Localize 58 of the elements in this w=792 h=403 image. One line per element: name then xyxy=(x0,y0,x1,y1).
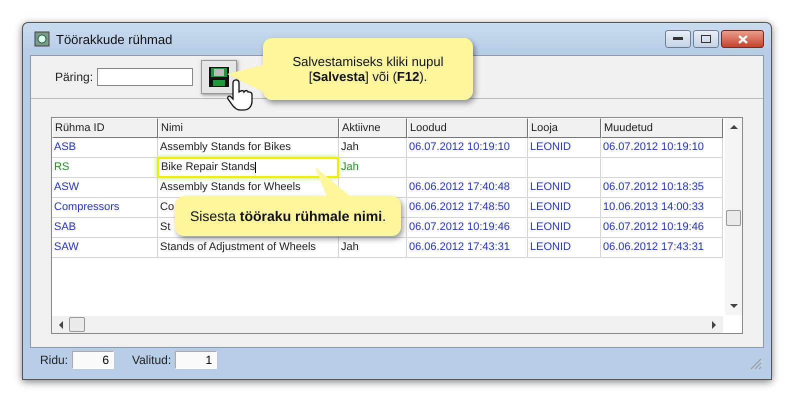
table-cell: RS xyxy=(52,158,158,178)
scroll-left-icon xyxy=(58,320,63,328)
status-value: 6 xyxy=(72,351,114,369)
table-cell: SAB xyxy=(52,218,158,238)
resize-grip-icon xyxy=(750,358,762,370)
column-header[interactable]: Nimi xyxy=(158,118,339,138)
vertical-scrollbar[interactable] xyxy=(725,118,742,315)
scroll-up-icon xyxy=(730,124,738,129)
table-cell: ASW xyxy=(52,178,158,198)
close-icon xyxy=(738,34,748,44)
table-cell: 06.06.2012 17:43:31 xyxy=(407,238,528,258)
table-cell: Jah xyxy=(339,238,407,258)
app-icon xyxy=(34,31,50,47)
query-field[interactable] xyxy=(97,68,194,86)
window-title: Töörakkude rühmad xyxy=(56,32,172,46)
table-cell: ASB xyxy=(52,138,158,158)
table-cell: 06.07.2012 10:19:46 xyxy=(407,218,528,238)
status-label: Ridu: xyxy=(40,353,68,367)
status-value: 1 xyxy=(175,351,218,369)
table-cell: LEONID xyxy=(528,138,601,158)
cell-editor[interactable]: Bike Repair Stands xyxy=(157,157,339,178)
table-cell: LEONID xyxy=(528,178,601,198)
close-button[interactable] xyxy=(721,30,764,48)
callout-text: Salvestamiseks kliki nupul [Salvesta] või (F12). xyxy=(291,54,444,84)
minimize-icon xyxy=(673,37,683,41)
table-cell: 06.06.2012 17:40:48 xyxy=(407,178,528,198)
minimize-button[interactable] xyxy=(665,30,691,48)
table-cell: LEONID xyxy=(528,218,601,238)
column-header[interactable]: Aktiivne xyxy=(339,118,407,138)
column-header[interactable]: Loodud xyxy=(407,118,528,138)
table-cell: 06.07.2012 10:19:10 xyxy=(407,138,528,158)
column-header[interactable]: Muudetud xyxy=(601,118,723,138)
table-cell: Stands of Adjustment of Wheels xyxy=(158,238,339,258)
save-button[interactable] xyxy=(201,60,238,94)
table-cell: Assembly Stands for Bikes xyxy=(158,138,339,158)
maximize-button[interactable] xyxy=(693,30,719,48)
table-cell: 06.06.2012 17:43:31 xyxy=(601,238,723,258)
scroll-right-icon xyxy=(712,320,717,328)
scroll-thumb[interactable] xyxy=(726,210,741,226)
table-cell: 06.07.2012 10:19:46 xyxy=(601,218,723,238)
table-cell: Jah xyxy=(339,138,407,158)
table-cell: 06.07.2012 10:19:10 xyxy=(601,138,723,158)
query-label: Päring: xyxy=(55,70,94,84)
table-cell: Jah xyxy=(339,158,407,178)
table-cell: 06.06.2012 17:48:50 xyxy=(407,198,528,218)
table-cell: LEONID xyxy=(528,238,601,258)
horizontal-scrollbar[interactable] xyxy=(52,316,723,333)
scroll-down-icon xyxy=(730,304,738,309)
table-cell: 10.06.2013 14:00:33 xyxy=(601,198,723,218)
table-cell: SAW xyxy=(52,238,158,258)
column-header[interactable]: Looja xyxy=(528,118,601,138)
scroll-thumb[interactable] xyxy=(69,317,85,332)
table-cell: 06.07.2012 10:18:35 xyxy=(601,178,723,198)
maximize-icon xyxy=(701,35,711,43)
column-header[interactable]: Rühma ID xyxy=(52,118,158,138)
table-cell: LEONID xyxy=(528,198,601,218)
status-label: Valitud: xyxy=(132,353,172,367)
table-cell: Compressors xyxy=(52,198,158,218)
